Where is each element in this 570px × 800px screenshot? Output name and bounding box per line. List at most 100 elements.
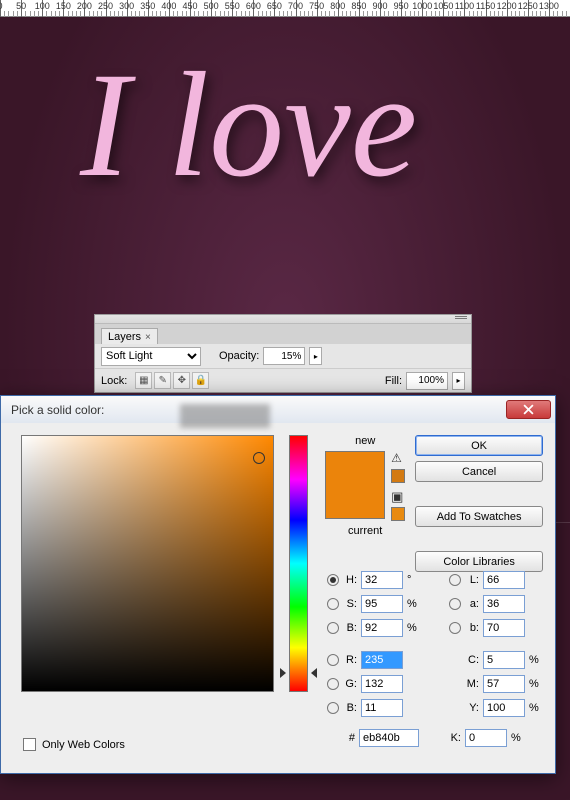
- input-b[interactable]: [483, 619, 525, 637]
- input-a[interactable]: [483, 595, 525, 613]
- close-icon[interactable]: ×: [145, 332, 151, 343]
- label-a: a:: [463, 598, 479, 610]
- opacity-flyout-button[interactable]: ▸: [309, 347, 322, 365]
- ruler-label: 800: [330, 1, 345, 11]
- input-g[interactable]: [361, 675, 403, 693]
- ruler-label: 900: [372, 1, 387, 11]
- input-bv[interactable]: [361, 619, 403, 637]
- input-l[interactable]: [483, 571, 525, 589]
- input-r[interactable]: [361, 651, 403, 669]
- lock-all-icon[interactable]: 🔒: [192, 372, 209, 389]
- label-r: R:: [341, 654, 357, 666]
- ruler-label: 450: [182, 1, 197, 11]
- only-web-colors-option[interactable]: Only Web Colors: [23, 738, 125, 751]
- ruler-label: 50: [16, 1, 26, 11]
- input-c[interactable]: [483, 651, 525, 669]
- blend-mode-select[interactable]: Soft Light: [101, 347, 201, 366]
- label-b: b:: [463, 622, 479, 634]
- fill-flyout-button[interactable]: ▸: [452, 372, 465, 390]
- tab-label: Layers: [108, 331, 141, 343]
- input-k[interactable]: [465, 729, 507, 747]
- color-picker-dialog: Pick a solid color: new ⚠: [0, 395, 556, 774]
- radio-h[interactable]: [327, 574, 339, 586]
- ruler-label: 1200: [497, 1, 517, 11]
- hue-slider[interactable]: [289, 435, 308, 692]
- color-values-grid: H: ° L: S: % a: B: % b: R: [327, 568, 545, 750]
- gamut-swatch[interactable]: [391, 469, 405, 483]
- label-hex: #: [341, 732, 355, 744]
- artwork-text: I love: [80, 47, 417, 205]
- label-h: H:: [341, 574, 357, 586]
- ruler-label: 600: [246, 1, 261, 11]
- label-g: G:: [341, 678, 357, 690]
- add-to-swatches-button[interactable]: Add To Swatches: [415, 506, 543, 527]
- hue-slider-wrap: [282, 435, 315, 692]
- new-color-label: new: [355, 435, 375, 447]
- websafe-warning-icon[interactable]: ▣: [391, 489, 405, 501]
- label-bb: B:: [341, 702, 357, 714]
- radio-l[interactable]: [449, 574, 461, 586]
- layers-options-row: Soft Light Opacity: 15% ▸: [95, 344, 471, 368]
- label-m: M:: [463, 678, 479, 690]
- ruler-label: 550: [225, 1, 240, 11]
- radio-bv[interactable]: [327, 622, 339, 634]
- ruler-label: 100: [35, 1, 50, 11]
- ruler-label: 400: [161, 1, 176, 11]
- color-swatch: [325, 451, 385, 519]
- ruler-label: 1250: [518, 1, 538, 11]
- color-field-cursor: [253, 452, 265, 464]
- radio-r[interactable]: [327, 654, 339, 666]
- ruler-label: 150: [56, 1, 71, 11]
- opacity-value[interactable]: 15%: [263, 347, 305, 365]
- cancel-button[interactable]: Cancel: [415, 461, 543, 482]
- current-color-swatch[interactable]: [326, 485, 384, 518]
- label-l: L:: [463, 574, 479, 586]
- lock-label: Lock:: [101, 375, 127, 387]
- input-s[interactable]: [361, 595, 403, 613]
- opacity-label: Opacity:: [219, 350, 259, 362]
- unit-s: %: [407, 598, 423, 610]
- label-k: K:: [445, 732, 461, 744]
- ruler-label: 750: [309, 1, 324, 11]
- label-s: S:: [341, 598, 357, 610]
- input-hex[interactable]: [359, 729, 419, 747]
- only-web-colors-label: Only Web Colors: [42, 739, 125, 751]
- layers-panel: Layers × Soft Light Opacity: 15% ▸ Lock:…: [94, 314, 472, 393]
- panel-tab-strip: Layers ×: [95, 324, 471, 344]
- new-color-swatch[interactable]: [326, 452, 384, 485]
- ruler-label: 1100: [455, 1, 474, 11]
- tab-layers[interactable]: Layers ×: [101, 328, 158, 344]
- label-y: Y:: [463, 702, 479, 714]
- ruler-label: 0: [0, 1, 3, 11]
- color-field[interactable]: [21, 435, 274, 692]
- layers-lock-row: Lock: ▦ ✎ ✥ 🔒 Fill: 100% ▸: [95, 368, 471, 392]
- radio-bb[interactable]: [327, 702, 339, 714]
- ruler-label: 950: [394, 1, 409, 11]
- close-button[interactable]: [506, 400, 551, 419]
- dialog-titlebar[interactable]: Pick a solid color:: [1, 396, 555, 423]
- only-web-colors-checkbox[interactable]: [23, 738, 36, 751]
- ruler-label: 200: [77, 1, 92, 11]
- radio-a[interactable]: [449, 598, 461, 610]
- input-bb[interactable]: [361, 699, 403, 717]
- input-y[interactable]: [483, 699, 525, 717]
- label-bv: B:: [341, 622, 357, 634]
- ruler-label: 850: [351, 1, 366, 11]
- ok-button[interactable]: OK: [415, 435, 543, 456]
- websafe-swatch[interactable]: [391, 507, 405, 521]
- input-m[interactable]: [483, 675, 525, 693]
- panel-menu-icon[interactable]: [455, 316, 467, 319]
- panel-drag-bar[interactable]: [95, 315, 471, 324]
- radio-b[interactable]: [449, 622, 461, 634]
- lock-transparency-icon[interactable]: ▦: [135, 372, 152, 389]
- dialog-title: Pick a solid color:: [11, 403, 104, 417]
- gamut-warning-icon[interactable]: ⚠: [391, 451, 405, 463]
- ruler-label: 250: [98, 1, 113, 11]
- lock-brush-icon[interactable]: ✎: [154, 372, 171, 389]
- radio-g[interactable]: [327, 678, 339, 690]
- radio-s[interactable]: [327, 598, 339, 610]
- fill-value[interactable]: 100%: [406, 372, 448, 390]
- input-h[interactable]: [361, 571, 403, 589]
- lock-position-icon[interactable]: ✥: [173, 372, 190, 389]
- ruler-label: 350: [140, 1, 155, 11]
